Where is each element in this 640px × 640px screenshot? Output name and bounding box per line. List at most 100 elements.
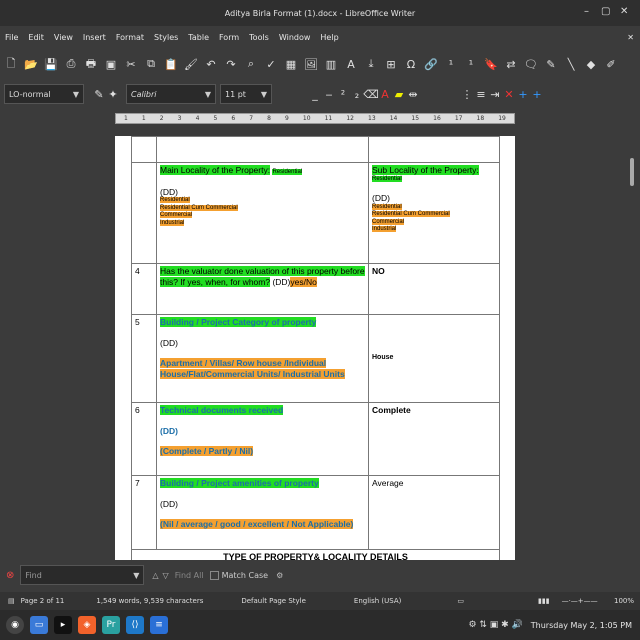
chevron-down-icon[interactable]: ▼ — [133, 571, 139, 580]
menu-window[interactable]: Window — [274, 33, 316, 42]
menu-help[interactable]: Help — [315, 33, 343, 42]
restore-icon[interactable]: ▢ — [601, 6, 610, 17]
paragraph-spacing-icon[interactable]: ≡ — [474, 87, 488, 101]
track-changes-icon[interactable]: ✎ — [544, 57, 558, 71]
menu-view[interactable]: View — [49, 33, 78, 42]
document-area[interactable]: Main Locality of the Property: Residenti… — [0, 126, 628, 560]
special-character-icon[interactable]: Ω — [404, 57, 418, 71]
spelling-icon[interactable]: ✓ — [264, 57, 278, 71]
terminal-icon[interactable]: ▸ — [54, 616, 72, 634]
line-icon[interactable]: ╲ — [564, 57, 578, 71]
answer-cell[interactable]: NO — [368, 263, 500, 315]
underline-icon[interactable]: _ — [308, 87, 322, 101]
cut-icon[interactable]: ✂ — [124, 57, 138, 71]
insert-table-icon[interactable]: ▦ — [284, 57, 298, 71]
view-layout-icon[interactable]: ▮▮▮ — [538, 597, 550, 605]
menu-table[interactable]: Table — [183, 33, 214, 42]
minimize-icon[interactable]: – — [584, 6, 589, 17]
find-next-icon[interactable]: ▽ — [163, 571, 169, 580]
print-preview-icon[interactable]: ▣ — [104, 57, 118, 71]
premiere-icon[interactable]: Pr — [102, 616, 120, 634]
menu-edit[interactable]: Edit — [23, 33, 49, 42]
tray-icons[interactable]: ⚙ ⇅ ▣ ✱ 🔊 — [468, 620, 522, 630]
clock[interactable]: Thursday May 2, 1:05 PM — [531, 621, 632, 630]
save-icon[interactable]: 💾 — [44, 57, 58, 71]
menu-form[interactable]: Form — [214, 33, 244, 42]
language[interactable]: English (USA) — [354, 597, 401, 605]
word-count[interactable]: 1,549 words, 9,539 characters — [96, 597, 203, 605]
find-previous-icon[interactable]: △ — [152, 571, 158, 580]
document-page[interactable]: Main Locality of the Property: Residenti… — [115, 136, 515, 560]
increase-indent-icon[interactable]: ⇥ — [488, 87, 502, 101]
menu-format[interactable]: Format — [111, 33, 149, 42]
strikethrough-icon[interactable]: ‒ — [322, 87, 336, 101]
close-find-icon[interactable]: ⊗ — [6, 570, 14, 581]
files-icon[interactable]: ▭ — [30, 616, 48, 634]
find-input[interactable]: Find ▼ — [20, 565, 145, 585]
copy-icon[interactable]: ⧉ — [144, 57, 158, 71]
selection-mode-icon[interactable]: ▭ — [457, 597, 464, 605]
page-count[interactable]: Page 2 of 11 — [21, 597, 65, 605]
new-document-icon[interactable]: 🗋 — [4, 57, 18, 71]
redo-icon[interactable]: ↷ — [224, 57, 238, 71]
footnote-icon[interactable]: ¹ — [444, 57, 458, 71]
highlight-color-icon[interactable]: ▰ — [392, 87, 406, 101]
chevron-down-icon[interactable]: ▼ — [205, 90, 211, 99]
update-style-icon[interactable]: ✎ — [92, 87, 106, 101]
line-spacing-icon[interactable]: ⋮ — [460, 87, 474, 101]
insert-image-icon[interactable]: 🖼 — [304, 57, 318, 71]
insert-chart-icon[interactable]: ▥ — [324, 57, 338, 71]
browser-icon[interactable]: ◈ — [78, 616, 96, 634]
answer-cell[interactable]: House — [368, 314, 500, 403]
print-icon[interactable]: 🖶 — [84, 57, 98, 71]
menu-insert[interactable]: Insert — [78, 33, 111, 42]
answer-cell[interactable]: Complete — [368, 402, 500, 476]
menu-file[interactable]: File — [0, 33, 23, 42]
chevron-down-icon[interactable]: ▼ — [73, 90, 79, 99]
vscode-icon[interactable]: ⟨⟩ — [126, 616, 144, 634]
match-case-checkbox[interactable] — [209, 570, 219, 580]
zoom-level[interactable]: 100% — [614, 597, 634, 605]
paragraph-style-combo[interactable]: LO-normal ▼ — [4, 84, 84, 104]
draw-functions-icon[interactable]: ✐ — [604, 57, 618, 71]
new-style-icon[interactable]: ✦ — [106, 87, 120, 101]
insert-field-icon[interactable]: ⊞ — [384, 57, 398, 71]
undo-icon[interactable]: ↶ — [204, 57, 218, 71]
sub-locality-cell[interactable]: Sub Locality of the Property: Residentia… — [368, 162, 500, 264]
question-cell[interactable]: Has the valuator done valuation of this … — [156, 263, 369, 315]
clear-formatting-icon[interactable]: ⌫ — [363, 87, 379, 101]
basic-shapes-icon[interactable]: ◆ — [584, 57, 598, 71]
export-pdf-icon[interactable]: ⎙ — [64, 57, 78, 71]
superscript-icon[interactable]: ² — [336, 87, 350, 101]
close-icon[interactable]: ✕ — [620, 6, 628, 17]
horizontal-ruler[interactable]: 1 1 2 3 4 5 6 7 8 9 10 11 12 13 14 15 16… — [115, 113, 515, 124]
endnote-icon[interactable]: ¹ — [464, 57, 478, 71]
subscript-icon[interactable]: ₂ — [350, 87, 364, 101]
bookmark-icon[interactable]: 🔖 — [484, 57, 498, 71]
question-cell[interactable]: Building / Project amenities of property… — [156, 475, 369, 550]
page-break-icon[interactable]: ⤓ — [364, 57, 378, 71]
paste-icon[interactable]: 📋 — [164, 57, 178, 71]
character-spacing-icon[interactable]: ⇹ — [406, 87, 420, 101]
find-all-button[interactable]: Find All — [175, 571, 204, 580]
hyperlink-icon[interactable]: 🔗 — [424, 57, 438, 71]
close-document-icon[interactable]: ✕ — [622, 33, 640, 42]
font-size-combo[interactable]: 11 pt ▼ — [220, 84, 272, 104]
start-menu-icon[interactable]: ◉ — [6, 616, 24, 634]
delete-table-icon[interactable]: ✕ — [502, 87, 516, 101]
page-style[interactable]: Default Page Style — [241, 597, 306, 605]
cross-reference-icon[interactable]: ⇄ — [504, 57, 518, 71]
insert-row-icon[interactable]: + — [516, 87, 530, 101]
main-locality-cell[interactable]: Main Locality of the Property: Residenti… — [156, 162, 369, 264]
section-heading[interactable]: TYPE OF PROPERTY& LOCALITY DETAILS — [131, 548, 500, 560]
open-folder-icon[interactable]: 📂 — [24, 57, 38, 71]
scrollbar-thumb[interactable] — [630, 158, 634, 186]
clone-formatting-icon[interactable]: 🖌 — [184, 57, 198, 71]
zoom-slider[interactable]: —·—+—— — [562, 597, 598, 605]
font-color-icon[interactable]: A — [378, 87, 392, 101]
question-cell[interactable]: Building / Project Category of property … — [156, 314, 369, 403]
writer-icon[interactable]: ≡ — [150, 616, 168, 634]
find-replace-icon[interactable]: ⌕ — [244, 57, 258, 71]
menu-styles[interactable]: Styles — [149, 33, 183, 42]
insert-textbox-icon[interactable]: A — [344, 57, 358, 71]
